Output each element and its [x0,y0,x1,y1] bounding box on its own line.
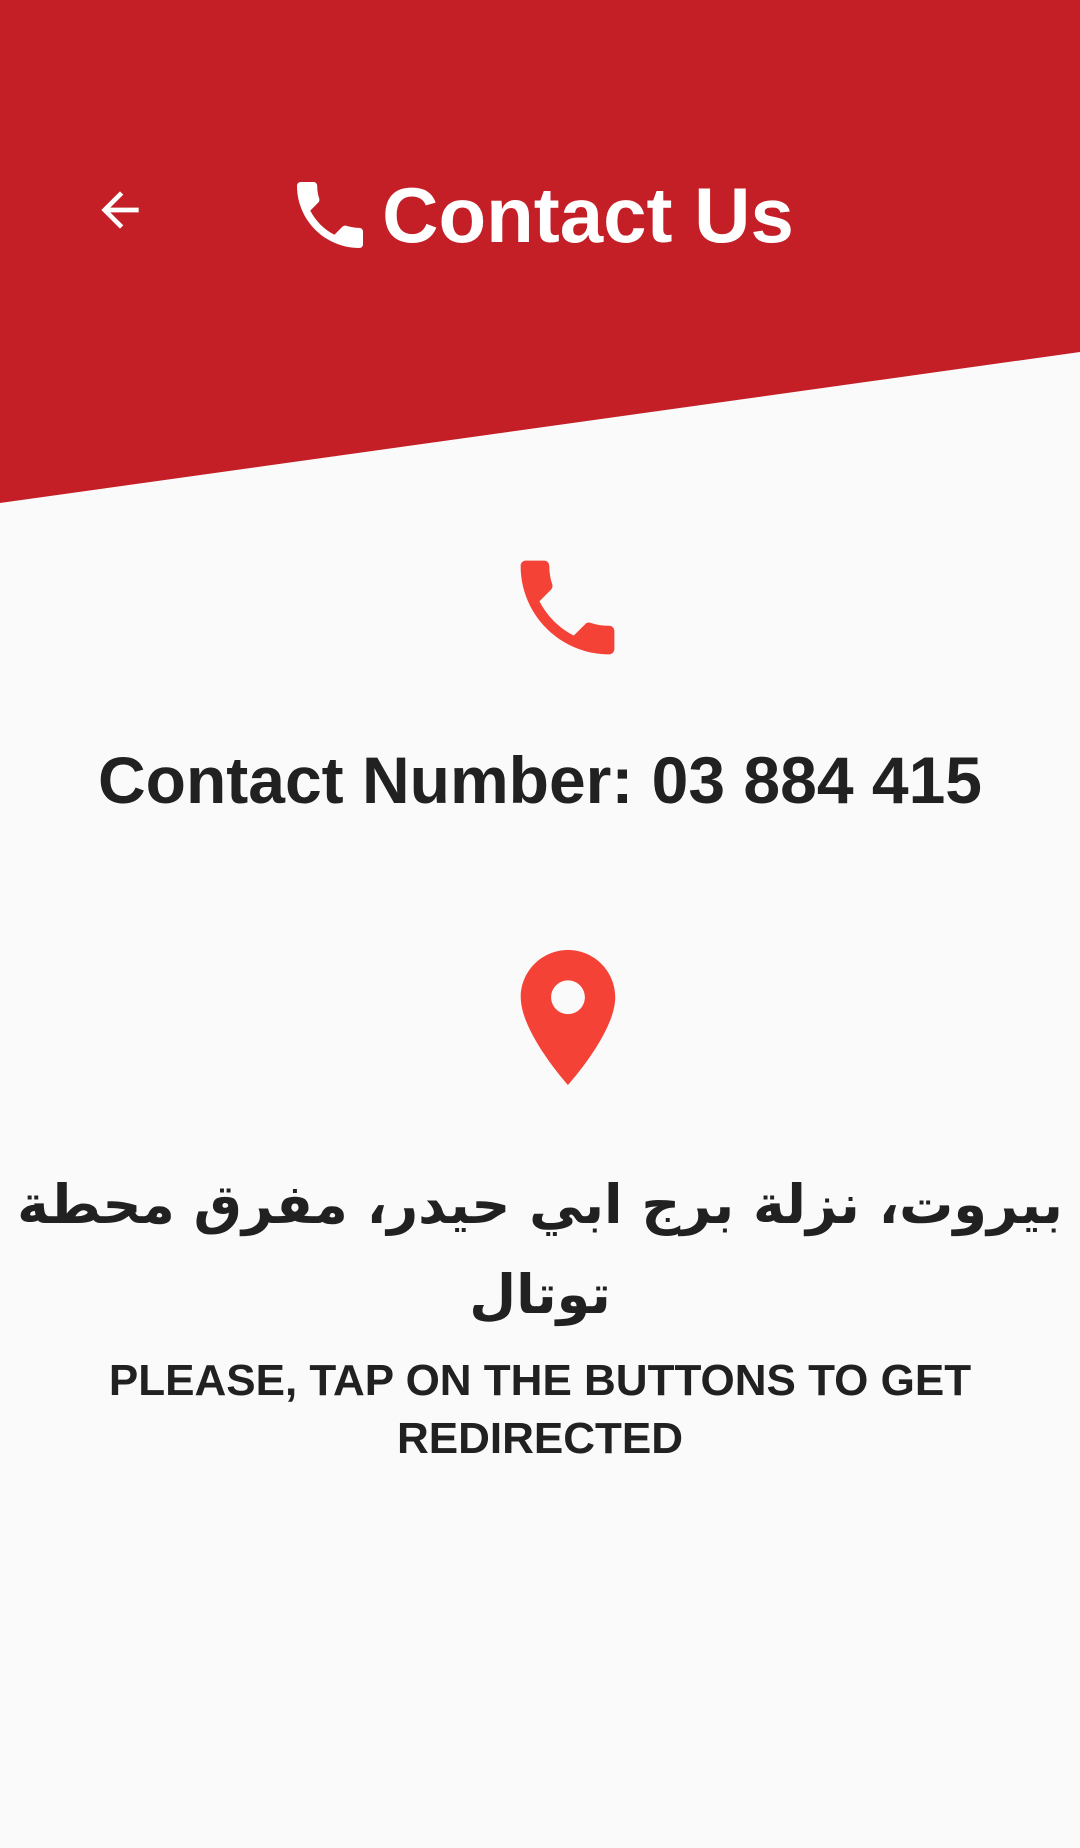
phone-icon[interactable] [505,545,630,670]
page-title: Contact Us [382,171,794,259]
instructions-text: PLEASE, TAP ON THE BUTTONS TO GET REDIRE… [108,1356,972,1463]
contact-number-text: Contact Number: 03 884 415 [97,743,982,817]
phone-icon [297,182,364,248]
address-text: بيروت، نزلة برج ابي حيدر، مفرق محطة توتا… [17,1173,1063,1326]
header-title-bar: Contact Us [0,165,1080,265]
location-pin-icon[interactable] [518,950,618,1085]
